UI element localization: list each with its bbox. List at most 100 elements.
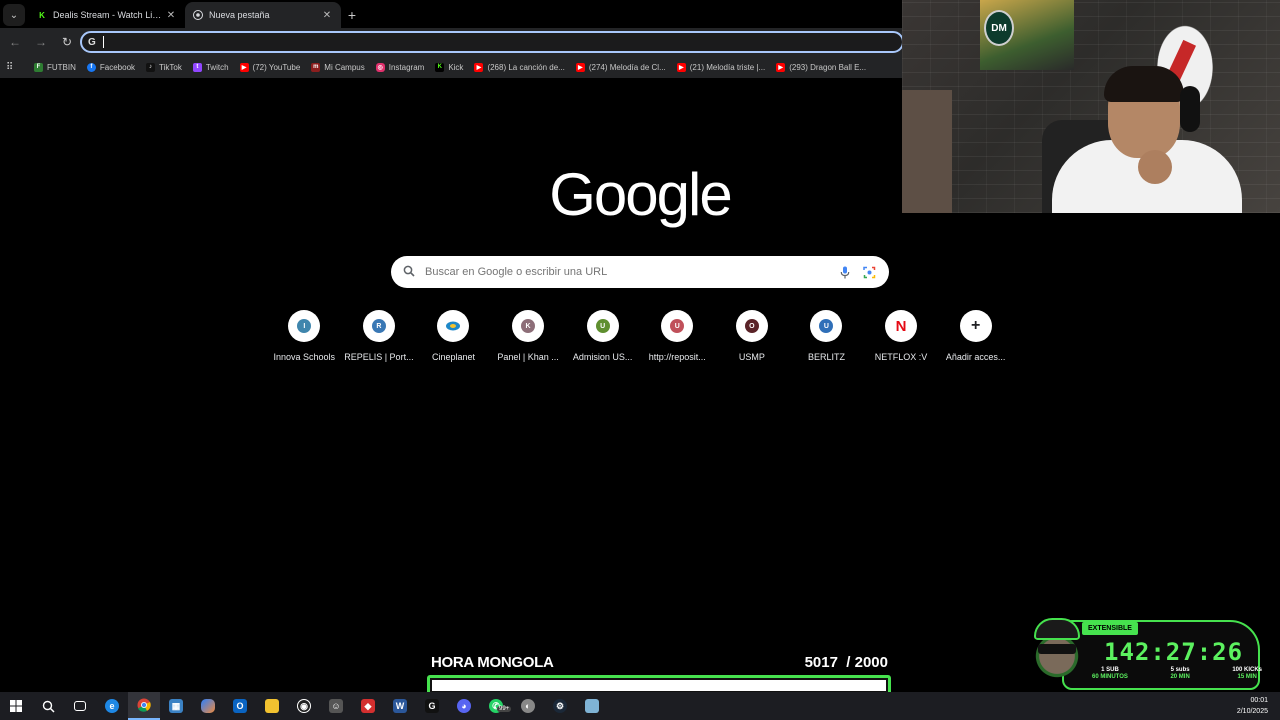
shortcut-innova-schools[interactable]: I Innova Schools	[267, 310, 342, 370]
notes-icon	[585, 699, 599, 713]
text-caret	[103, 36, 104, 48]
shortcut-repelis[interactable]: R REPELIS | Port...	[342, 310, 417, 370]
bookmark-youtube-video[interactable]: ▶ (293) Dragon Ball E...	[776, 62, 867, 72]
taskbar-edge[interactable]: e	[96, 692, 128, 720]
bookmark-instagram[interactable]: ◎ Instagram	[375, 62, 424, 72]
taskbar-whatsapp[interactable]: ✆ 99+	[480, 692, 512, 720]
close-tab-icon[interactable]: ✕	[165, 10, 177, 21]
steam-icon: ⚙	[553, 699, 567, 713]
system-clock[interactable]: 00:01 2/10/2025	[1237, 695, 1268, 717]
taskbar-notes[interactable]	[576, 692, 608, 720]
apps-grid-icon[interactable]: ⠿	[6, 62, 20, 73]
chrome-icon	[137, 698, 151, 712]
shortcut-netflix[interactable]: N NETFLOX :V	[864, 310, 939, 370]
taskbar-steam[interactable]: ⚙	[544, 692, 576, 720]
netflix-icon: N	[885, 310, 918, 342]
new-tab-button[interactable]: +	[341, 2, 363, 28]
taskbar-outlook[interactable]: O	[224, 692, 256, 720]
bookmark-youtube-video[interactable]: ▶ (21) Melodía triste |...	[676, 62, 765, 72]
headphones	[1180, 86, 1200, 132]
notification-badge: 99+	[497, 706, 512, 712]
rule-top: 100 KICKs	[1232, 667, 1262, 673]
youtube-icon: ▶	[776, 62, 786, 72]
task-view-button[interactable]	[64, 692, 96, 720]
clock-time: 00:01	[1250, 697, 1268, 704]
search-input[interactable]	[425, 266, 831, 278]
forward-button[interactable]: →	[30, 31, 52, 53]
taskbar-discord[interactable]: ◕	[448, 692, 480, 720]
shortcut-khan[interactable]: K Panel | Khan ...	[491, 310, 566, 370]
rule-bottom: 15 MIN	[1237, 674, 1257, 680]
close-tab-icon[interactable]: ✕	[321, 10, 333, 21]
shortcut-letter: R	[371, 319, 386, 333]
taskbar-kick-app[interactable]: G	[416, 692, 448, 720]
bookmark-facebook[interactable]: f Facebook	[86, 62, 135, 72]
shortcut-letter: U	[595, 319, 610, 333]
bookmark-futbin[interactable]: F FUTBIN	[34, 62, 76, 72]
goal-current: 5017	[804, 654, 838, 671]
red-app-icon: ◆	[361, 699, 375, 713]
futbin-icon: F	[34, 62, 43, 72]
bookmark-youtube[interactable]: ▶ (72) YouTube	[239, 62, 300, 72]
taskbar-game2[interactable]: ◐	[512, 692, 544, 720]
bookmark-tiktok[interactable]: ♪ TikTok	[146, 62, 182, 72]
bookmark-twitch[interactable]: t Twitch	[192, 62, 229, 72]
shortcut-letter: U	[670, 319, 685, 333]
google-lens-icon[interactable]	[861, 264, 877, 280]
timer-value: 142:27:26	[1104, 638, 1244, 666]
tab-new-tab[interactable]: Nueva pestaña ✕	[185, 2, 341, 28]
shortcut-icon: I	[288, 310, 321, 342]
rule-kicks: 100 KICKs 15 MIN	[1232, 667, 1262, 681]
search-box[interactable]	[391, 256, 889, 288]
voice-search-icon[interactable]	[837, 264, 853, 280]
goal-progress-fill	[432, 680, 886, 691]
back-button[interactable]: ←	[4, 31, 26, 53]
kick-icon: K	[39, 10, 45, 20]
bookmark-youtube-video[interactable]: ▶ (274) Melodía de Cl...	[575, 62, 666, 72]
shortcut-icon: K	[512, 310, 545, 342]
bookmark-label: TikTok	[159, 62, 182, 72]
bookmark-label: (268) La canción de...	[487, 62, 565, 72]
taskbar-copilot[interactable]	[192, 692, 224, 720]
reload-button[interactable]: ↻	[56, 31, 78, 53]
toolbar: ← → ↻ G	[0, 28, 904, 56]
taskbar-obs[interactable]: ◉	[288, 692, 320, 720]
taskbar-word[interactable]: W	[384, 692, 416, 720]
shortcut-label: USMP	[738, 352, 765, 362]
goal-count: 5017 / 2000	[805, 654, 888, 671]
tab-kick-stream[interactable]: K Dealis Stream - Watch Live on Kick ✕	[29, 2, 185, 28]
bookmark-label: Mi Campus	[324, 62, 365, 72]
shortcut-letter: I	[297, 319, 312, 333]
youtube-icon: ▶	[474, 62, 484, 72]
bookmark-mi-campus[interactable]: m Mi Campus	[311, 62, 365, 72]
game-icon: ☺	[329, 699, 343, 713]
taskbar-game[interactable]: ☺	[320, 692, 352, 720]
google-icon: G	[88, 36, 96, 48]
taskbar-explorer[interactable]	[256, 692, 288, 720]
shortcut-icon: O	[735, 310, 768, 342]
task-view-icon	[74, 701, 86, 711]
add-shortcut-button[interactable]: + Añadir acces...	[938, 310, 1013, 370]
shortcut-admision[interactable]: U Admision US...	[565, 310, 640, 370]
tab-search-button[interactable]: ⌄	[3, 4, 25, 26]
shortcut-usmp[interactable]: O USMP	[715, 310, 790, 370]
mascot-avatar	[1024, 612, 1090, 692]
shortcut-berlitz[interactable]: U BERLITZ	[789, 310, 864, 370]
shortcut-cineplanet[interactable]: Cineplanet	[416, 310, 491, 370]
shortcut-repositorio[interactable]: Uhttp://reposit...	[640, 310, 715, 370]
bookmark-youtube-video[interactable]: ▶ (268) La canción de...	[474, 62, 565, 72]
shortcut-label: Panel | Khan ...	[497, 352, 559, 362]
youtube-icon: ▶	[676, 62, 686, 72]
address-bar[interactable]: G	[80, 31, 904, 53]
start-button[interactable]	[0, 692, 32, 720]
bookmark-kick[interactable]: K Kick	[435, 62, 463, 72]
bookmark-label: (274) Melodía de Cl...	[588, 62, 666, 72]
streamer-hand	[1138, 150, 1172, 184]
taskbar-search-button[interactable]	[32, 692, 64, 720]
kick-icon: K	[435, 62, 445, 72]
bookmark-label: (293) Dragon Ball E...	[789, 62, 867, 72]
taskbar-store[interactable]: ▦	[160, 692, 192, 720]
taskbar-red-app[interactable]: ◆	[352, 692, 384, 720]
taskbar-chrome[interactable]	[128, 692, 160, 720]
shortcut-label: NETFLOX :V	[874, 352, 928, 362]
